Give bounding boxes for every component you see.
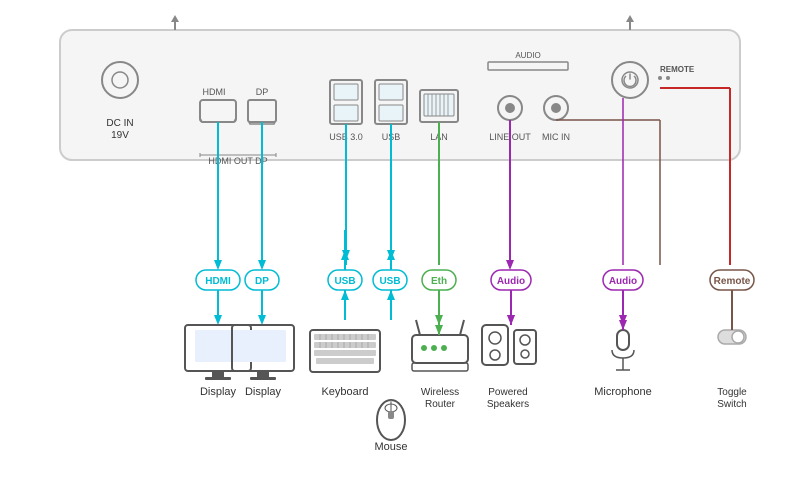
svg-text:19V: 19V [111, 130, 129, 141]
svg-text:DC IN: DC IN [106, 118, 133, 129]
svg-text:AUDIO: AUDIO [515, 51, 540, 60]
diagram-container: DC IN 19V HDMI DP HDMI OUT DP USB 3.0 US… [0, 0, 800, 501]
svg-text:HDMI: HDMI [203, 87, 226, 97]
svg-text:USB: USB [379, 276, 400, 287]
svg-text:Audio: Audio [497, 276, 525, 287]
svg-text:Router: Router [425, 399, 456, 410]
svg-text:Display: Display [200, 386, 237, 398]
svg-text:Mouse: Mouse [374, 441, 407, 453]
svg-text:HDMI: HDMI [205, 276, 231, 287]
svg-text:USB: USB [334, 276, 355, 287]
svg-text:Wireless: Wireless [421, 387, 459, 398]
svg-text:Display: Display [245, 386, 282, 398]
svg-text:DP: DP [255, 276, 269, 287]
svg-text:MIC IN: MIC IN [542, 132, 570, 142]
svg-text:Audio: Audio [609, 276, 637, 287]
svg-text:REMOTE: REMOTE [660, 65, 695, 74]
svg-text:Powered: Powered [488, 387, 527, 398]
svg-text:Microphone: Microphone [594, 386, 651, 398]
svg-text:Remote: Remote [714, 276, 751, 287]
svg-text:DP: DP [256, 87, 269, 97]
svg-text:Speakers: Speakers [487, 399, 529, 410]
svg-text:Keyboard: Keyboard [321, 386, 368, 398]
svg-text:Toggle: Toggle [717, 387, 747, 398]
svg-text:Eth: Eth [431, 276, 447, 287]
svg-text:Switch: Switch [717, 399, 746, 410]
